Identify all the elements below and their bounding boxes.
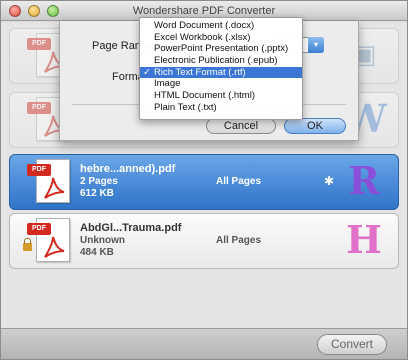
menu-item-label: HTML Document (.html) <box>154 90 255 102</box>
menu-item-label: PowerPoint Presentation (.pptx) <box>154 43 289 55</box>
menu-item-epub[interactable]: Electronic Publication (.epub) <box>140 55 302 67</box>
menu-item-label: Electronic Publication (.epub) <box>154 55 278 67</box>
file-row-selected[interactable]: PDF hebre...anned).pdf 2 Pages 612 KB Al… <box>9 154 399 210</box>
menu-item-txt[interactable]: Plain Text (.txt) <box>140 102 302 114</box>
file-page-count: 2 Pages <box>80 176 118 187</box>
file-name: AbdGl...Trauma.pdf <box>80 222 182 234</box>
menu-item-pptx[interactable]: PowerPoint Presentation (.pptx) <box>140 43 302 55</box>
html-format-icon: H <box>346 217 382 262</box>
file-name: hebre...anned).pdf <box>80 163 176 175</box>
file-size: 612 KB <box>80 188 114 199</box>
app-window: Wondershare PDF Converter PDF ▣ PDF W PD… <box>0 0 408 360</box>
pdf-badge: PDF <box>27 223 51 235</box>
rtf-format-icon: R <box>348 158 380 203</box>
menu-item-label: Word Document (.docx) <box>154 20 255 31</box>
window-title: Wondershare PDF Converter <box>132 5 276 17</box>
ok-button[interactable]: OK <box>284 118 346 134</box>
format-dropdown-menu: Word Document (.docx) Excel Workbook (.x… <box>139 17 303 120</box>
menu-item-docx[interactable]: Word Document (.docx) <box>140 20 302 32</box>
file-size: 484 KB <box>80 247 114 258</box>
menu-item-label: Excel Workbook (.xlsx) <box>154 31 251 43</box>
checkmark-icon: ✓ <box>143 66 151 78</box>
convert-button[interactable]: Convert <box>317 334 387 355</box>
file-page-range: All Pages <box>216 176 262 187</box>
file-page-range: All Pages <box>216 235 262 246</box>
menu-item-rtf[interactable]: ✓ Rich Text Format (.rtf) <box>140 66 302 79</box>
lock-icon <box>23 238 32 251</box>
gear-icon[interactable]: ✱ <box>324 175 336 187</box>
bottom-toolbar: Convert <box>1 328 407 359</box>
pdf-badge: PDF <box>27 102 51 114</box>
menu-item-html[interactable]: HTML Document (.html) <box>140 90 302 102</box>
menu-item-label: Plain Text (.txt) <box>154 101 217 113</box>
pdf-file-icon: PDF <box>27 218 70 262</box>
menu-item-label: Image <box>154 78 181 90</box>
pdf-badge: PDF <box>27 164 51 176</box>
pdf-badge: PDF <box>27 38 51 50</box>
chevron-down-icon: ▾ <box>308 37 324 53</box>
file-page-count: Unknown <box>80 235 125 246</box>
pdf-file-icon: PDF <box>27 159 70 203</box>
cancel-button[interactable]: Cancel <box>206 118 276 134</box>
file-row[interactable]: PDF AbdGl...Trauma.pdf Unknown 484 KB Al… <box>9 213 399 269</box>
menu-item-label: Rich Text Format (.rtf) <box>154 66 246 78</box>
menu-item-image[interactable]: Image <box>140 78 302 90</box>
menu-item-xlsx[interactable]: Excel Workbook (.xlsx) <box>140 32 302 44</box>
